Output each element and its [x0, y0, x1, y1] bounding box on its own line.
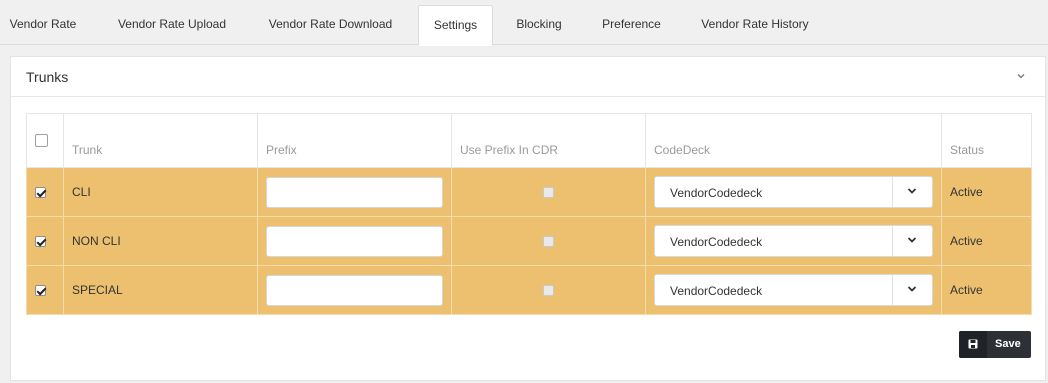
- status-cell: Active: [941, 216, 1032, 266]
- header-codedeck: CodeDeck: [645, 113, 942, 168]
- use-prefix-checkbox[interactable]: [543, 285, 554, 297]
- save-button-label: Save: [995, 338, 1021, 350]
- panel-title: Trunks: [26, 69, 69, 85]
- tab-vendor-rate-download[interactable]: Vendor Rate Download: [254, 5, 407, 45]
- tab-settings[interactable]: Settings: [418, 5, 493, 46]
- header-trunk: Trunk: [63, 113, 258, 168]
- table-row: CLI VendorCodedeck Active: [26, 167, 1032, 217]
- tab-vendor-rate[interactable]: Vendor Rate: [0, 5, 86, 45]
- row-checkbox[interactable]: [35, 187, 46, 199]
- trunk-name: CLI: [63, 167, 258, 217]
- select-all-checkbox[interactable]: [35, 134, 48, 148]
- codedeck-select[interactable]: VendorCodedeck: [654, 274, 933, 306]
- codedeck-cell: VendorCodedeck: [645, 216, 942, 266]
- prefix-cell: [257, 216, 452, 266]
- floppy-disk-icon: [959, 331, 987, 358]
- tab-bar: Vendor Rate Vendor Rate Upload Vendor Ra…: [0, 0, 1048, 46]
- chevron-down-icon[interactable]: [892, 226, 932, 256]
- trunk-name: NON CLI: [63, 216, 258, 266]
- codedeck-value: VendorCodedeck: [670, 284, 763, 298]
- row-checkbox[interactable]: [35, 285, 46, 297]
- use-prefix-cell: [451, 167, 646, 217]
- save-button[interactable]: Save: [959, 331, 1031, 358]
- row-checkbox[interactable]: [35, 236, 46, 248]
- prefix-cell: [257, 167, 452, 217]
- panel-heading: Trunks: [11, 57, 1045, 97]
- row-checkbox-cell: [26, 265, 64, 315]
- tab-preference[interactable]: Preference: [588, 5, 675, 45]
- use-prefix-checkbox[interactable]: [543, 236, 554, 248]
- tab-vendor-rate-history[interactable]: Vendor Rate History: [688, 5, 822, 45]
- prefix-input[interactable]: [266, 225, 443, 257]
- tab-vendor-rate-upload[interactable]: Vendor Rate Upload: [101, 5, 243, 45]
- table-row: NON CLI VendorCodedeck Active: [26, 216, 1032, 266]
- trunks-table: Trunk Prefix Use Prefix In CDR CodeDeck …: [26, 113, 1032, 315]
- codedeck-value: VendorCodedeck: [670, 235, 763, 249]
- use-prefix-cell: [451, 265, 646, 315]
- table-header-row: Trunk Prefix Use Prefix In CDR CodeDeck …: [26, 113, 1032, 168]
- header-use-prefix-in-cdr: Use Prefix In CDR: [451, 113, 646, 168]
- chevron-down-icon[interactable]: [892, 177, 932, 207]
- codedeck-select[interactable]: VendorCodedeck: [654, 176, 933, 208]
- trunks-panel: Trunks Trunk Prefix Use Prefix In CDR Co…: [10, 56, 1046, 381]
- codedeck-cell: VendorCodedeck: [645, 265, 942, 315]
- chevron-down-icon[interactable]: [892, 275, 932, 305]
- codedeck-value: VendorCodedeck: [670, 186, 763, 200]
- select-all-cell: [26, 113, 64, 168]
- codedeck-cell: VendorCodedeck: [645, 167, 942, 217]
- status-cell: Active: [941, 265, 1032, 315]
- prefix-cell: [257, 265, 452, 315]
- table-row: SPECIAL VendorCodedeck Active: [26, 265, 1032, 315]
- chevron-down-icon[interactable]: [1015, 70, 1027, 82]
- header-status: Status: [941, 113, 1032, 168]
- header-prefix: Prefix: [257, 113, 452, 168]
- status-cell: Active: [941, 167, 1032, 217]
- use-prefix-cell: [451, 216, 646, 266]
- trunk-name: SPECIAL: [63, 265, 258, 315]
- tab-blocking[interactable]: Blocking: [502, 5, 576, 45]
- use-prefix-checkbox[interactable]: [543, 187, 554, 199]
- prefix-input[interactable]: [266, 274, 443, 306]
- row-checkbox-cell: [26, 216, 64, 266]
- row-checkbox-cell: [26, 167, 64, 217]
- codedeck-select[interactable]: VendorCodedeck: [654, 225, 933, 257]
- prefix-input[interactable]: [266, 176, 443, 208]
